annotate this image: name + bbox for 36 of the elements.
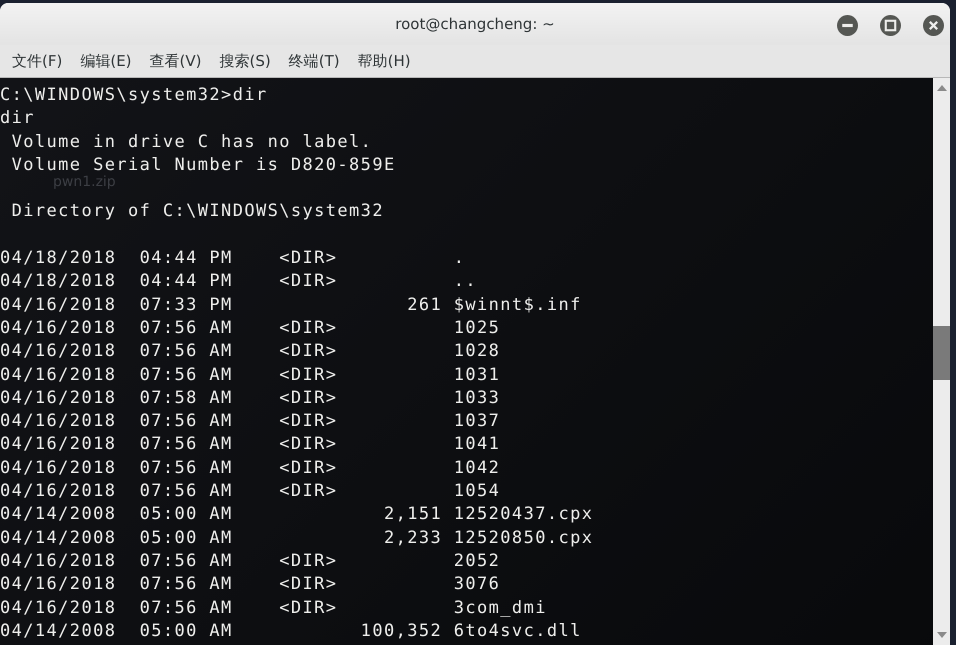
menu-item[interactable]: 编辑(E)	[72, 50, 140, 72]
terminal-line: Directory of C:\WINDOWS\system32	[10, 201, 384, 222]
terminal-line: 04/16/2018 07:33 PM 261 $winnt$.inf	[0, 294, 582, 315]
terminal-line: 04/16/2018 07:56 AM <DIR> 1054	[0, 481, 500, 502]
terminal-line: 04/16/2018 07:56 AM <DIR> 1041	[0, 434, 500, 454]
terminal-line: 04/16/2018 07:56 AM <DIR> 3com_dmi	[0, 598, 547, 618]
terminal-line: Volume Serial Number is D820-859E	[10, 154, 396, 175]
terminal-line: 04/14/2008 05:00 AM 2,233 12520850.cpx	[0, 528, 594, 548]
maximize-icon[interactable]	[880, 15, 901, 36]
terminal-line: 04/16/2018 07:56 AM <DIR> 1025	[0, 318, 500, 338]
scrollbar-thumb[interactable]	[933, 326, 950, 380]
window-title: root@changcheng: ~	[395, 15, 555, 33]
terminal-line: 04/16/2018 07:56 AM <DIR> 1042	[0, 458, 500, 478]
close-icon[interactable]	[923, 15, 944, 36]
terminal-line: 04/14/2008 05:00 AM 2,151 12520437.cpx	[0, 504, 594, 524]
menu-item[interactable]: 查看(V)	[142, 50, 210, 72]
terminal-line: 04/16/2018 07:56 AM <DIR> 1037	[0, 411, 500, 432]
minimize-icon[interactable]	[837, 15, 858, 36]
terminal-line: 04/18/2018 04:44 PM <DIR> .	[0, 248, 466, 268]
menu-item[interactable]: 搜索(S)	[212, 50, 279, 72]
menu-item[interactable]: 文件(F)	[4, 50, 70, 72]
terminal-line: 04/16/2018 07:56 AM <DIR> 3076	[0, 574, 500, 594]
terminal-line: 04/16/2018 07:56 AM <DIR> 1028	[0, 341, 500, 362]
scroll-up-icon[interactable]	[936, 85, 946, 91]
terminal-line: 04/16/2018 07:56 AM <DIR> 2052	[0, 550, 500, 571]
menu-item[interactable]: 终端(T)	[280, 50, 348, 72]
terminal-line: 04/14/2008 05:00 AM 100,352 6to4svc.dll	[0, 620, 582, 641]
menu-item[interactable]: 帮助(H)	[350, 50, 419, 72]
scroll-down-icon[interactable]	[936, 632, 946, 638]
terminal-line: 04/16/2018 07:56 AM <DIR> 1031	[0, 364, 500, 385]
terminal-line: dir	[0, 108, 35, 128]
terminal-line: C:\WINDOWS\system32>dir	[0, 85, 268, 105]
terminal-line: 04/18/2018 04:44 PM <DIR> ..	[0, 271, 478, 292]
scrollbar[interactable]	[933, 78, 950, 645]
terminal-line: Volume in drive C has no label.	[10, 132, 372, 152]
terminal-line: 04/16/2018 07:58 AM <DIR> 1033	[0, 388, 500, 408]
